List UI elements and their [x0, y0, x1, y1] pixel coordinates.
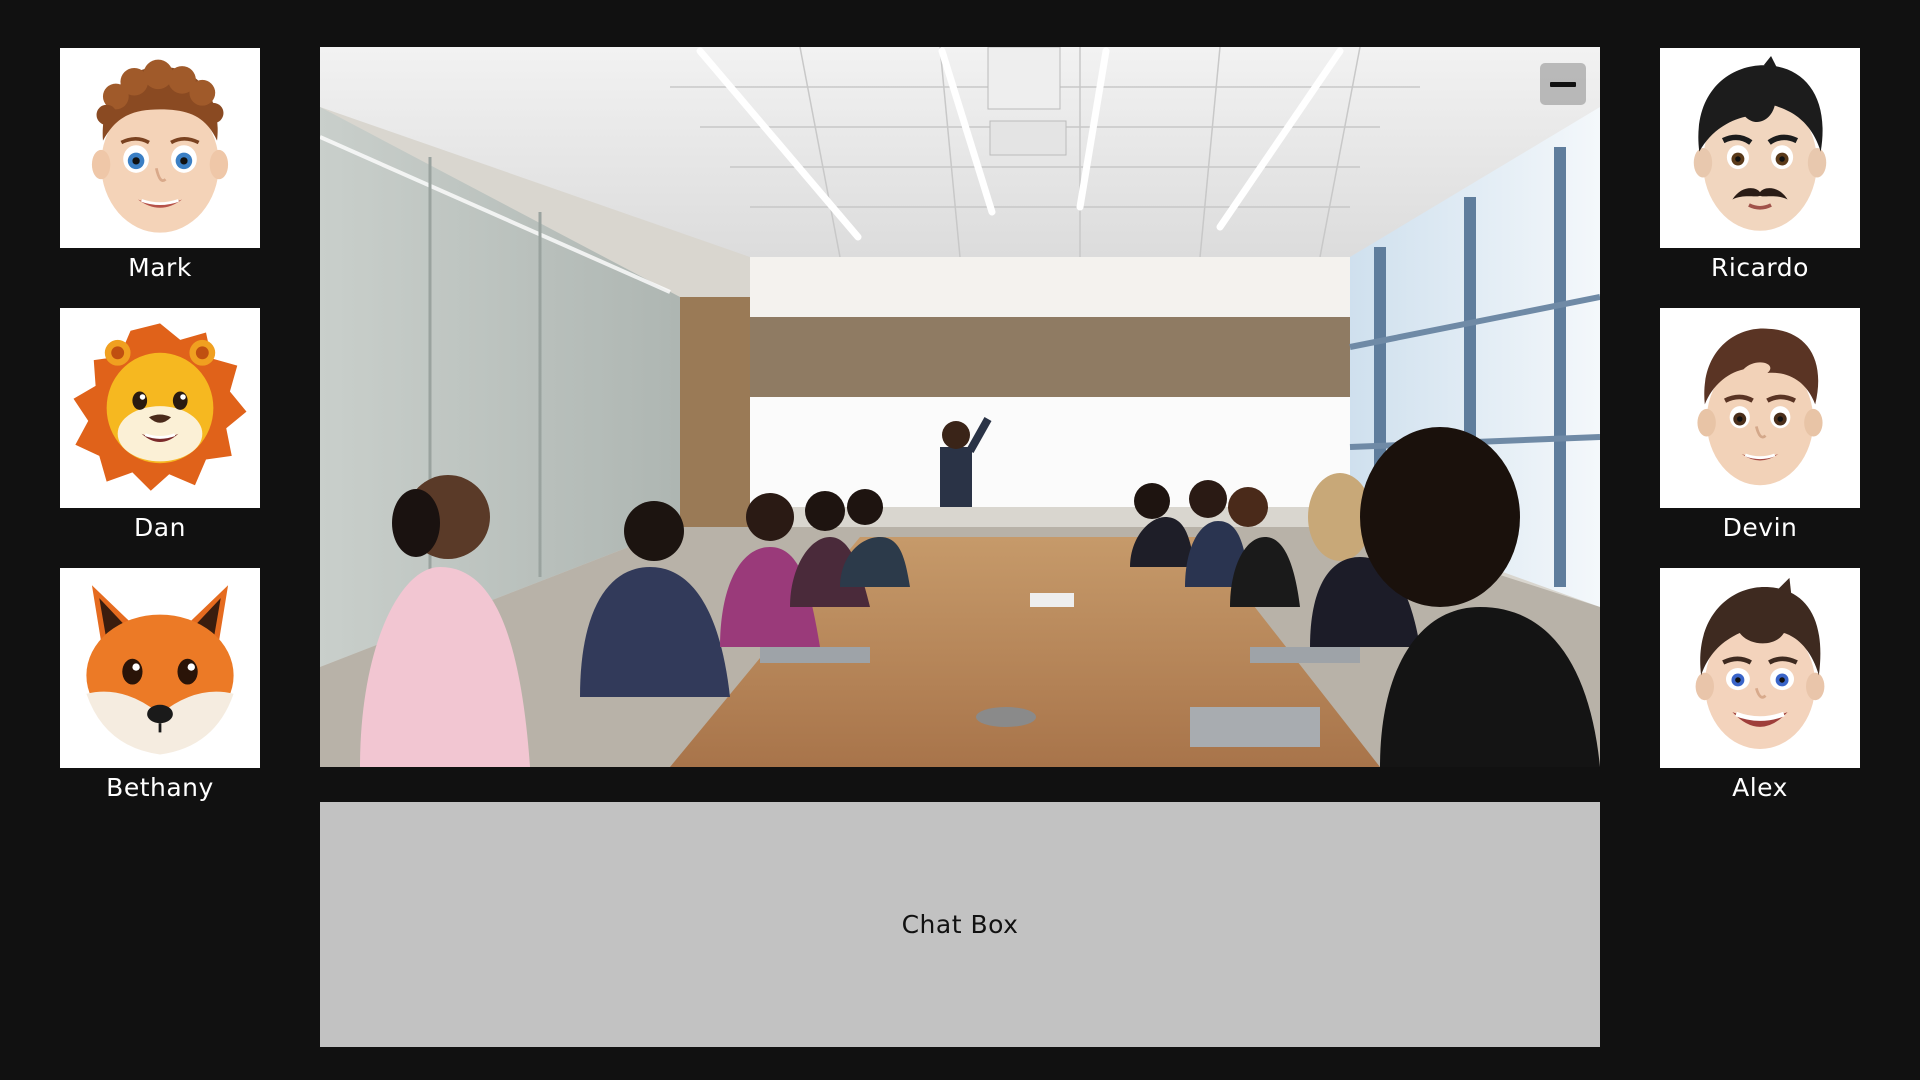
main-video-feed[interactable] — [320, 47, 1600, 767]
lion-memoji-icon[interactable] — [60, 308, 260, 508]
memoji-brown-hair-man-icon[interactable] — [1660, 308, 1860, 508]
memoji-mustache-man-icon[interactable] — [1660, 48, 1860, 248]
fox-memoji-icon[interactable] — [60, 568, 260, 768]
participant-tile-dan[interactable]: Dan — [60, 308, 260, 544]
lion-memoji-graphic — [73, 323, 247, 491]
memoji-curly-hair-boy-icon[interactable] — [60, 48, 260, 248]
chat-box-label: Chat Box — [901, 910, 1019, 939]
memoji-brown-hair-man-graphic — [1697, 328, 1823, 486]
chat-box[interactable]: Chat Box — [320, 802, 1600, 1047]
minimize-button[interactable] — [1540, 63, 1586, 105]
participant-tile-mark[interactable]: Mark — [60, 48, 260, 284]
fox-memoji-graphic — [86, 585, 234, 755]
participant-tile-devin[interactable]: Devin — [1660, 308, 1860, 544]
participant-name: Mark — [128, 253, 192, 282]
minimize-icon — [1550, 81, 1576, 87]
participant-name: Devin — [1722, 513, 1798, 542]
conference-room-scene — [320, 47, 1600, 767]
participant-name: Dan — [134, 513, 186, 542]
participant-name: Bethany — [106, 773, 214, 802]
video-call-window: Mark Dan Bethany Chat Box Ricardo Devin … — [0, 0, 1920, 1080]
memoji-curly-hair-boy-graphic — [91, 59, 229, 233]
participant-tile-ricardo[interactable]: Ricardo — [1660, 48, 1860, 284]
participant-tile-alex[interactable]: Alex — [1660, 568, 1860, 804]
memoji-smiling-boy-graphic — [1695, 577, 1825, 749]
memoji-smiling-boy-icon[interactable] — [1660, 568, 1860, 768]
memoji-mustache-man-graphic — [1693, 56, 1827, 231]
participant-name: Alex — [1732, 773, 1788, 802]
participant-tile-bethany[interactable]: Bethany — [60, 568, 260, 804]
participant-name: Ricardo — [1711, 253, 1809, 282]
